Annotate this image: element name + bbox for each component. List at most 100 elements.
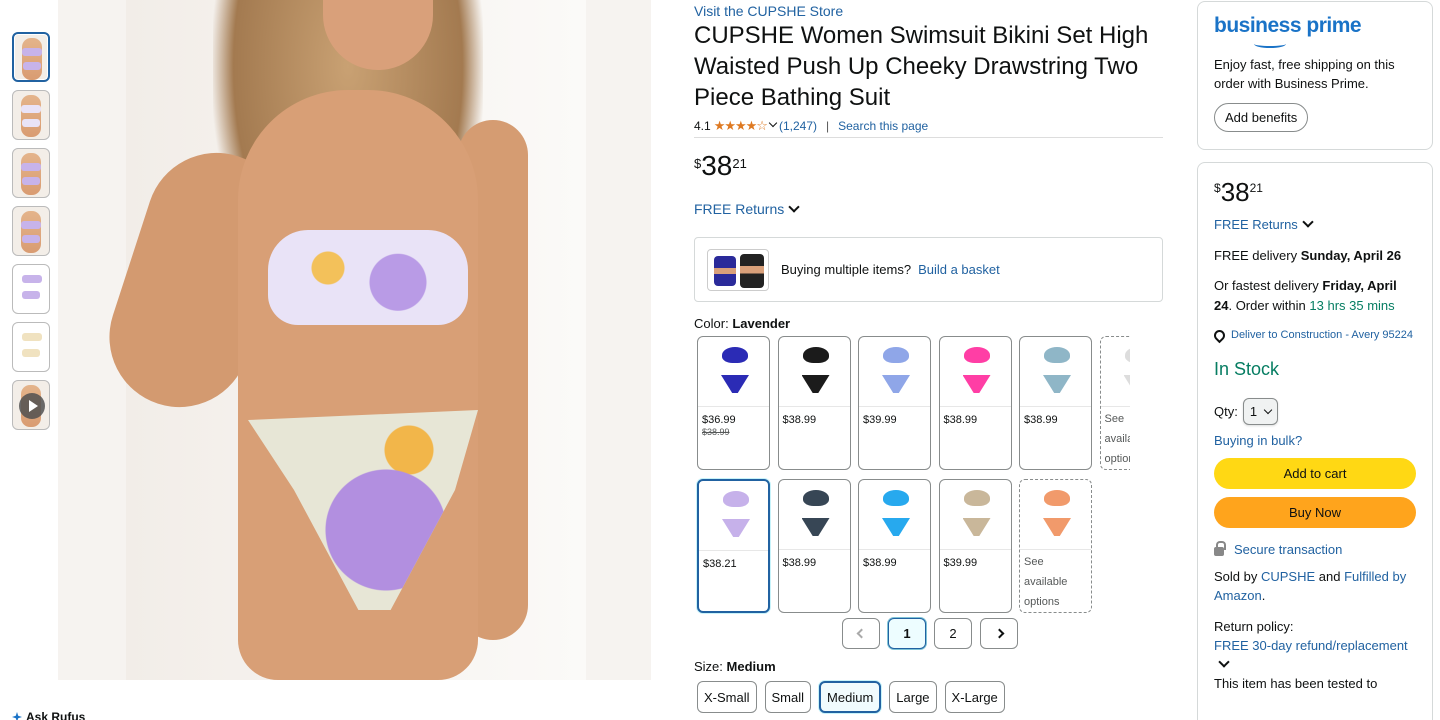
color-label-text: Color: xyxy=(694,316,729,331)
color-swatch[interactable]: $38.21 xyxy=(697,479,770,613)
seller-link[interactable]: CUPSHE xyxy=(1261,569,1315,584)
buybox-price-fraction: 21 xyxy=(1249,181,1263,195)
size-options: X-Small Small Medium Large X-Large xyxy=(697,681,1005,713)
thumbnail-video[interactable] xyxy=(12,380,50,430)
size-large[interactable]: Large xyxy=(889,681,937,713)
color-label: Color: Lavender xyxy=(694,316,790,331)
chevron-down-icon xyxy=(1218,656,1230,668)
and-text: and xyxy=(1315,569,1345,584)
swatch-bottom xyxy=(722,519,750,537)
thumbnail-3[interactable] xyxy=(12,148,50,198)
swatch-image xyxy=(1020,480,1091,550)
delivery-date: Sunday, April 26 xyxy=(1300,248,1402,263)
swatch-price: $39.99 xyxy=(943,557,978,569)
swatch-see-options: See available options xyxy=(1104,413,1130,465)
thumbnail-1[interactable] xyxy=(12,32,50,82)
color-swatch[interactable]: $38.99 xyxy=(777,479,851,613)
sparkle-icon xyxy=(12,712,22,720)
swatch-price: $38.99 xyxy=(782,414,817,426)
review-count-link[interactable]: (1,247) xyxy=(779,119,817,133)
ask-rufus-button[interactable]: Ask Rufus xyxy=(12,710,85,720)
chevron-down-icon xyxy=(788,201,800,213)
size-small[interactable]: Small xyxy=(764,681,812,713)
buybox-price: $3821 xyxy=(1214,177,1416,211)
quantity-row: Qty: 1 xyxy=(1214,398,1416,425)
thumbnail-2[interactable] xyxy=(12,90,50,140)
thumbnail-5[interactable] xyxy=(12,264,50,314)
rating-value: 4.1 xyxy=(694,119,711,133)
size-medium[interactable]: Medium xyxy=(819,681,882,713)
color-swatch[interactable]: $36.99 $38.99 xyxy=(697,336,770,470)
swatch-bottom xyxy=(721,375,749,393)
search-page-link[interactable]: Search this page xyxy=(838,119,928,133)
add-to-cart-button[interactable]: Add to cart xyxy=(1214,458,1416,489)
add-benefits-button[interactable]: Add benefits xyxy=(1214,103,1309,132)
swatch-price: $36.99 xyxy=(702,414,736,426)
swatch-image xyxy=(1020,337,1091,407)
size-x-large[interactable]: X-Large xyxy=(944,681,1005,713)
size-label-text: Size: xyxy=(694,659,723,674)
price-whole: 38 xyxy=(701,150,733,181)
return-policy: Return policy: FREE 30-day refund/replac… xyxy=(1214,617,1416,674)
color-swatch[interactable]: See available options xyxy=(1019,479,1092,613)
build-basket-link[interactable]: Build a basket xyxy=(918,262,1000,277)
next-page-button[interactable] xyxy=(980,618,1018,649)
swatch-image xyxy=(1100,337,1130,407)
swatch-top xyxy=(1044,347,1070,363)
page-1-button[interactable]: 1 xyxy=(888,618,926,649)
swatch-image xyxy=(698,337,769,407)
basket-prompt: Buying multiple items? xyxy=(781,262,912,277)
swatch-top xyxy=(1044,490,1070,506)
star-rating-icon[interactable]: ★★★★☆ xyxy=(714,118,768,134)
delivery-info: FREE delivery Sunday, April 26 xyxy=(1214,246,1416,265)
free-returns-link[interactable]: FREE Returns xyxy=(694,201,800,217)
swatch-top xyxy=(963,490,990,506)
swatch-top xyxy=(883,490,909,506)
location-pin-icon xyxy=(1211,327,1228,344)
stock-status: In Stock xyxy=(1214,359,1280,379)
swatch-image xyxy=(859,337,930,407)
size-x-small[interactable]: X-Small xyxy=(697,681,757,713)
quantity-select[interactable]: 1 xyxy=(1242,398,1278,425)
return-policy-link[interactable]: FREE 30-day refund/replacement xyxy=(1214,636,1416,674)
color-swatch[interactable]: $38.99 xyxy=(858,479,931,613)
buy-box: $3821 FREE Returns FREE delivery Sunday,… xyxy=(1197,162,1433,720)
thumbnail-6[interactable] xyxy=(12,322,50,372)
swatch-image xyxy=(939,337,1011,407)
buy-now-button[interactable]: Buy Now xyxy=(1214,497,1416,528)
page-2-button[interactable]: 2 xyxy=(934,618,972,649)
return-policy-value: FREE 30-day refund/replacement xyxy=(1214,638,1408,653)
buying-in-bulk-link[interactable]: Buying in bulk? xyxy=(1214,433,1416,448)
chevron-down-icon[interactable] xyxy=(768,118,778,128)
product-title: CUPSHE Women Swimsuit Bikini Set High Wa… xyxy=(694,22,1149,111)
color-swatch[interactable]: $38.99 xyxy=(777,336,851,470)
sold-prefix: Sold by xyxy=(1214,569,1261,584)
business-prime-logo: business prime xyxy=(1214,14,1416,48)
buybox-free-returns-link[interactable]: FREE Returns xyxy=(1214,216,1416,232)
color-swatch[interactable]: $39.99 xyxy=(938,479,1012,613)
swatch-top xyxy=(723,491,749,507)
color-swatch[interactable]: $39.99 xyxy=(858,336,931,470)
store-link[interactable]: Visit the CUPSHE Store xyxy=(694,3,843,19)
color-swatch[interactable]: See available options xyxy=(1099,336,1130,470)
prev-page-button[interactable] xyxy=(842,618,880,649)
thumbnail-4[interactable] xyxy=(12,206,50,256)
swatch-price: $39.99 xyxy=(863,414,897,426)
delivery-prefix: FREE delivery xyxy=(1214,248,1301,263)
color-swatch[interactable]: $38.99 xyxy=(938,336,1012,470)
color-swatch[interactable]: $38.99 xyxy=(1019,336,1092,470)
build-basket-box: Buying multiple items? Build a basket xyxy=(694,237,1163,302)
secure-label: Secure transaction xyxy=(1234,542,1343,557)
swatch-price: $38.99 xyxy=(943,414,978,426)
size-value: Medium xyxy=(726,659,776,674)
lock-icon xyxy=(1214,541,1226,556)
prime-description: Enjoy fast, free shipping on this order … xyxy=(1214,57,1395,91)
secure-transaction-link[interactable]: Secure transaction xyxy=(1214,541,1416,557)
deliver-to-link[interactable]: Deliver to Construction - Avery 95224 xyxy=(1211,327,1416,344)
swatch-image xyxy=(778,337,850,407)
divider xyxy=(694,137,1163,138)
swatch-bottom xyxy=(801,518,830,536)
swatch-was-price: $38.99 xyxy=(702,427,730,437)
main-product-image[interactable] xyxy=(58,0,651,680)
swatch-image xyxy=(699,481,768,551)
